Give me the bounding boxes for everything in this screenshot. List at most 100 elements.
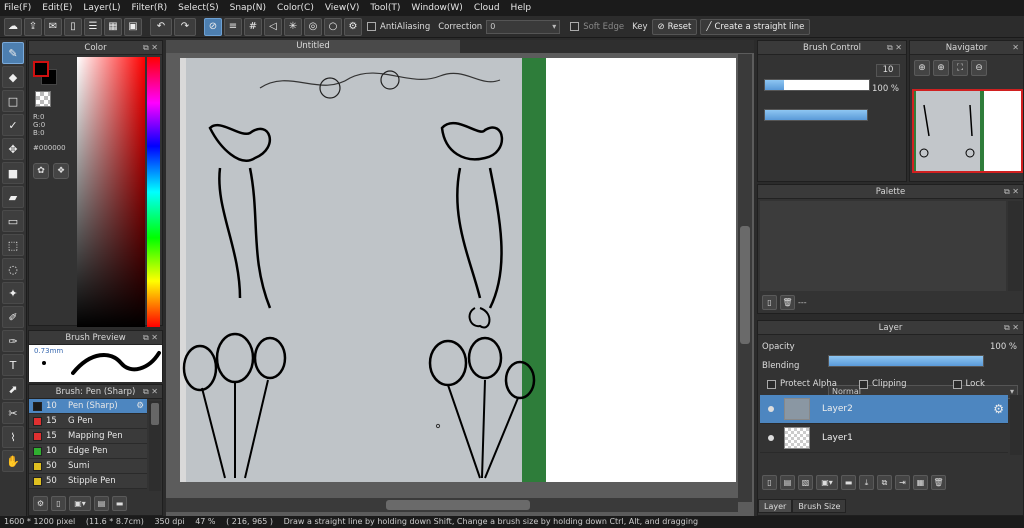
layer-scrollbar[interactable] — [1010, 395, 1022, 455]
layer-add-menu-icon[interactable]: ▣▾ — [816, 475, 838, 490]
brush-opacity-slider[interactable] — [764, 109, 868, 121]
fill-rect-tool-icon[interactable]: ■ — [2, 162, 24, 184]
palette-new-icon[interactable]: ▯ — [762, 295, 777, 310]
palette-delete-icon[interactable]: 🗑 — [780, 295, 795, 310]
clipping-checkbox[interactable] — [858, 379, 868, 389]
canvas-area[interactable]: Untitled — [166, 40, 754, 516]
share-icon[interactable]: ⇪ — [24, 17, 42, 36]
grid-icon[interactable]: ▦ — [104, 17, 122, 36]
select-tool-icon[interactable]: ⬚ — [2, 234, 24, 256]
panel-controls-icon[interactable]: ⧉ ✕ — [887, 41, 902, 55]
document-canvas[interactable] — [180, 58, 736, 482]
gradient-tool-icon[interactable]: ▭ — [2, 210, 24, 232]
layer-copy-icon[interactable]: ⧉ — [877, 475, 892, 490]
new-file-icon[interactable]: ▯ — [64, 17, 82, 36]
protect-alpha-checkbox[interactable] — [767, 379, 776, 389]
layer-row-layer2[interactable]: Layer2 ⚙ — [760, 395, 1008, 424]
palette-scrollbar[interactable] — [1008, 201, 1022, 291]
canvas-tab[interactable]: Untitled — [166, 40, 460, 53]
menu-select[interactable]: Select(S) — [178, 3, 219, 13]
save-icon[interactable]: ▣ — [124, 17, 142, 36]
undo-icon[interactable]: ↶ — [150, 17, 172, 36]
select-eraser-tool-icon[interactable]: ✑ — [2, 330, 24, 352]
bucket-tool-icon[interactable]: ▰ — [2, 186, 24, 208]
tab-brush-size[interactable]: Brush Size — [792, 499, 847, 513]
foreground-color-swatch[interactable] — [33, 61, 49, 77]
zoom-reset-icon[interactable]: ⊕ — [933, 60, 949, 76]
menu-window[interactable]: Window(W) — [411, 3, 462, 13]
palette-swatch-area[interactable] — [760, 201, 1006, 291]
layer-delete-icon[interactable]: 🗑 — [931, 475, 946, 490]
brush-add-menu-icon[interactable]: ▣▾ — [69, 495, 91, 511]
layer-row-layer1[interactable]: Layer1 — [760, 424, 1008, 453]
magic-wand-tool-icon[interactable]: ✦ — [2, 282, 24, 304]
zoom-in-icon[interactable]: ⊕ — [914, 60, 930, 76]
menu-help[interactable]: Help — [511, 3, 532, 13]
layer-folder-icon[interactable]: ▬ — [841, 475, 856, 490]
menu-snap[interactable]: Snap(N) — [230, 3, 266, 13]
brush-tool-icon[interactable]: ✎ — [2, 42, 24, 64]
panel-controls-icon[interactable]: ⧉ ✕ — [1004, 321, 1019, 335]
transparent-color-swatch[interactable] — [35, 91, 51, 107]
brush-copy-icon[interactable]: ▤ — [94, 495, 109, 511]
menu-cloud[interactable]: Cloud — [474, 3, 500, 13]
layer-opacity-slider[interactable] — [828, 355, 984, 367]
snap-settings-icon[interactable]: ⚙ — [344, 17, 362, 36]
layer-settings-icon[interactable]: ⚙ — [993, 402, 1004, 416]
layer-clear-icon[interactable]: ▦ — [913, 475, 928, 490]
brush-item[interactable]: 50 Stipple Pen — [29, 474, 147, 489]
layer-new-1bit-icon[interactable]: ▧ — [798, 475, 813, 490]
parallel-snap-icon[interactable]: ≡ — [224, 17, 242, 36]
brush-item[interactable]: 10 Pen (Sharp) ⚙ — [29, 399, 147, 414]
list-icon[interactable]: ☰ — [84, 17, 102, 36]
layer-visibility-icon[interactable] — [768, 406, 774, 412]
menu-edit[interactable]: Edit(E) — [42, 3, 72, 13]
menu-layer[interactable]: Layer(L) — [83, 3, 120, 13]
hue-slider[interactable] — [147, 57, 160, 327]
redo-icon[interactable]: ↷ — [174, 17, 196, 36]
check-tool-icon[interactable]: ✓ — [2, 114, 24, 136]
panel-controls-icon[interactable]: ⧉ ✕ — [143, 385, 158, 399]
curve-snap-icon[interactable]: ○ — [324, 17, 342, 36]
no-snap-icon[interactable]: ⊘ — [204, 17, 222, 36]
tab-layer[interactable]: Layer — [758, 499, 793, 513]
reset-button[interactable]: ⊘ Reset — [651, 18, 698, 35]
color-history-icon[interactable]: ❖ — [53, 163, 69, 179]
brush-item[interactable]: 50 Sumi — [29, 459, 147, 474]
panel-controls-icon[interactable]: ⧉ ✕ — [143, 331, 158, 345]
layer-new-icon[interactable]: ▯ — [762, 475, 777, 490]
text-tool-icon[interactable]: T — [2, 354, 24, 376]
menu-filter[interactable]: Filter(R) — [132, 3, 168, 13]
layer-transfer-icon[interactable]: ⇥ — [895, 475, 910, 490]
brush-list-scrollbar[interactable] — [149, 401, 161, 491]
brush-settings-icon[interactable]: ⚙ — [33, 495, 48, 511]
zoom-out-icon[interactable]: ⊖ — [971, 60, 987, 76]
menu-file[interactable]: File(F) — [4, 3, 31, 13]
brush-item[interactable]: 10 Edge Pen — [29, 444, 147, 459]
circle-snap-icon[interactable]: ◎ — [304, 17, 322, 36]
canvas-horizontal-scrollbar[interactable] — [166, 498, 738, 512]
color-wheel-icon[interactable]: ✿ — [33, 163, 49, 179]
operation-tool-icon[interactable]: ⬈ — [2, 378, 24, 400]
chat-icon[interactable]: ✉ — [44, 17, 62, 36]
select-pen-tool-icon[interactable]: ✐ — [2, 306, 24, 328]
divide-tool-icon[interactable]: ✂ — [2, 402, 24, 424]
brush-size-value[interactable]: 10 — [876, 64, 900, 77]
eraser-tool-icon[interactable]: ◆ — [2, 66, 24, 88]
brush-new-icon[interactable]: ▯ — [51, 495, 66, 511]
move-tool-icon[interactable]: ✥ — [2, 138, 24, 160]
menu-view[interactable]: View(V) — [325, 3, 360, 13]
brush-folder-icon[interactable]: ▬ — [112, 495, 127, 511]
correction-select[interactable]: 0 — [486, 19, 561, 34]
lock-checkbox[interactable] — [952, 379, 962, 389]
panel-controls-icon[interactable]: ⧉ ✕ — [143, 41, 158, 55]
create-straight-line-button[interactable]: ╱ Create a straight line — [700, 18, 811, 35]
radial-snap-icon[interactable]: ✳ — [284, 17, 302, 36]
brush-item[interactable]: 15 G Pen — [29, 414, 147, 429]
panel-controls-icon[interactable]: ⧉ ✕ — [1004, 185, 1019, 199]
brush-item[interactable]: 15 Mapping Pen — [29, 429, 147, 444]
menu-color[interactable]: Color(C) — [277, 3, 314, 13]
cloud-icon[interactable]: ☁ — [4, 17, 22, 36]
brush-settings-icon[interactable]: ⚙ — [136, 401, 144, 411]
saturation-value-picker[interactable] — [77, 57, 145, 327]
